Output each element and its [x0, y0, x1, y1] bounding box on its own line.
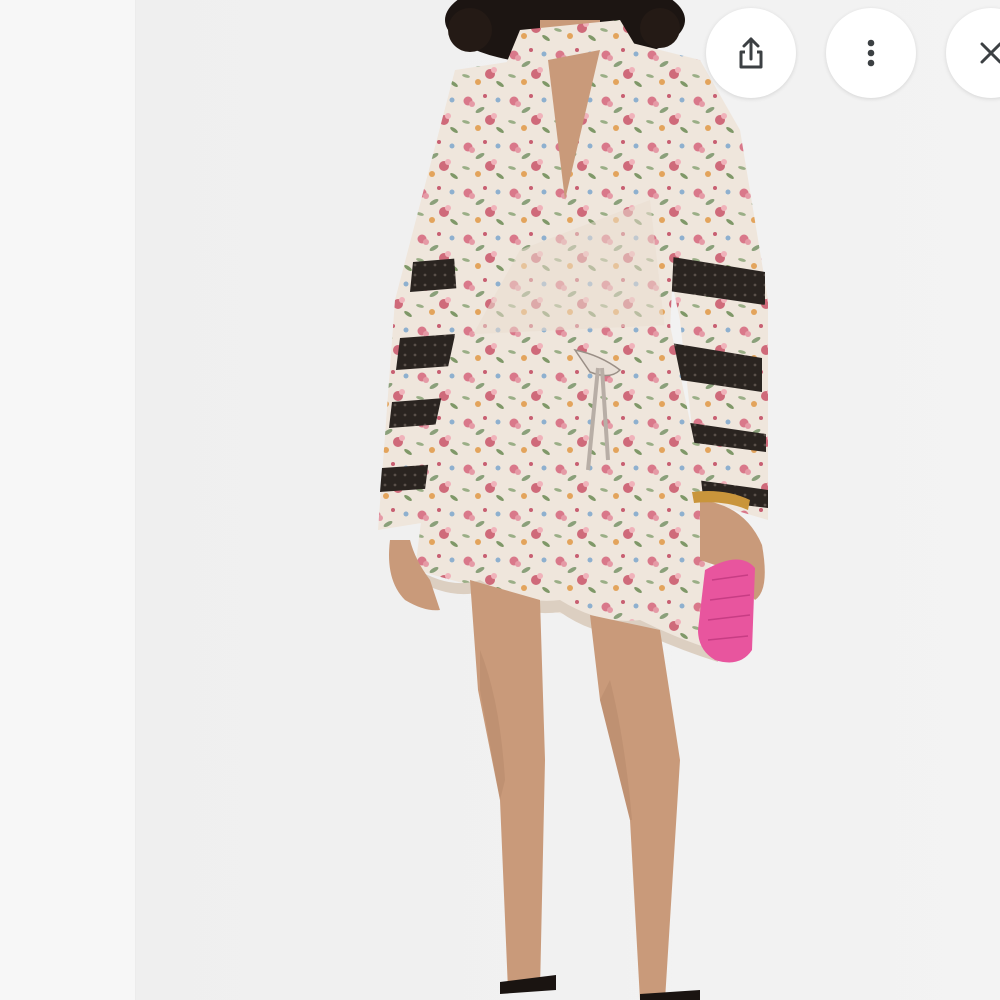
left-margin-panel — [0, 0, 136, 1000]
close-icon — [971, 33, 1000, 73]
image-viewer — [0, 0, 1000, 1000]
product-photo — [136, 0, 1000, 1000]
left-leg — [470, 580, 545, 990]
more-vertical-icon — [851, 33, 891, 73]
more-options-button[interactable] — [826, 8, 916, 98]
share-button[interactable] — [706, 8, 796, 98]
right-leg — [590, 615, 680, 1000]
share-icon — [731, 33, 771, 73]
dress-skirt — [415, 325, 720, 650]
